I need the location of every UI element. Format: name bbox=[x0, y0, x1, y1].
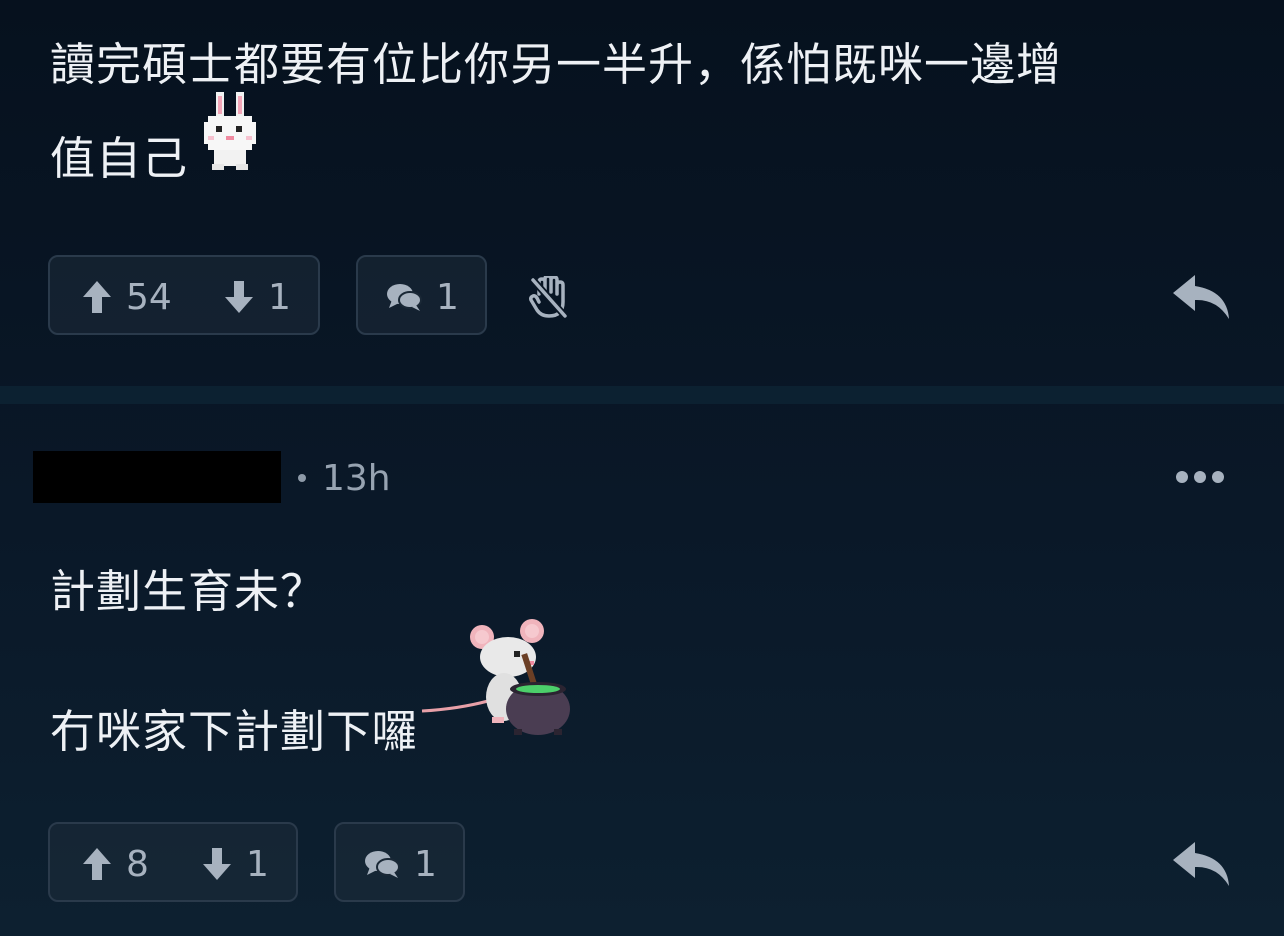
upvote-button[interactable]: 8 bbox=[82, 824, 149, 904]
reply-count-button[interactable]: 1 bbox=[364, 824, 437, 904]
comment-body: 冇咪家下計劃下囉 bbox=[50, 619, 578, 779]
hand-slash-icon bbox=[529, 276, 567, 318]
chat-bubbles-icon bbox=[365, 851, 400, 878]
upvote-button[interactable]: 54 bbox=[82, 257, 172, 337]
reply-button[interactable] bbox=[1168, 838, 1234, 890]
comment-body-line: 冇咪家下計劃下囉 bbox=[50, 619, 578, 779]
comment-time: 13h bbox=[322, 457, 391, 499]
upvote-count: 54 bbox=[126, 276, 172, 318]
block-button[interactable] bbox=[526, 275, 570, 319]
comment-body-line: 值自己 bbox=[50, 92, 1062, 206]
reply-arrow-icon bbox=[1173, 842, 1229, 886]
comment-body: 計劃生育未？ bbox=[50, 545, 326, 639]
separator-dot bbox=[298, 474, 306, 482]
comment-thread: 讀完碩士都要有位比你另一半升，係怕既咪一邊增 值自己 54 1 1 13h 計劃… bbox=[0, 0, 1284, 936]
arrow-down-icon bbox=[225, 281, 253, 313]
more-button[interactable] bbox=[1172, 462, 1228, 492]
vote-pill: 8 1 bbox=[48, 822, 298, 902]
comment-card: 讀完碩士都要有位比你另一半升，係怕既咪一邊增 值自己 54 1 1 bbox=[0, 0, 1284, 386]
arrow-up-icon bbox=[83, 281, 111, 313]
downvote-count: 1 bbox=[246, 843, 269, 885]
reply-count-pill[interactable]: 1 bbox=[334, 822, 465, 902]
vote-pill: 54 1 bbox=[48, 255, 320, 335]
comment-divider bbox=[0, 386, 1284, 404]
comment-body-line: 計劃生育未？ bbox=[50, 565, 327, 618]
comment-actions: 8 1 1 bbox=[48, 822, 1238, 906]
comment-actions: 54 1 1 bbox=[48, 255, 1238, 339]
comment-meta: 13h bbox=[294, 456, 391, 500]
upvote-count: 8 bbox=[126, 843, 149, 885]
reply-count: 1 bbox=[414, 843, 437, 885]
downvote-count: 1 bbox=[268, 276, 291, 318]
comment-card: 13h 計劃生育未？ 冇咪家下計劃下囉 8 1 1 bbox=[0, 404, 1284, 936]
redacted-username bbox=[33, 451, 281, 503]
reply-count-pill[interactable]: 1 bbox=[356, 255, 487, 335]
arrow-up-icon bbox=[83, 848, 111, 880]
downvote-button[interactable]: 1 bbox=[224, 257, 291, 337]
rabbit-sticker bbox=[202, 92, 258, 202]
mouse-cauldron-sticker bbox=[418, 617, 578, 773]
arrow-down-icon bbox=[203, 848, 231, 880]
reply-count: 1 bbox=[436, 276, 459, 318]
more-dots-icon bbox=[1176, 471, 1224, 483]
reply-count-button[interactable]: 1 bbox=[386, 257, 459, 337]
comment-body: 讀完碩士都要有位比你另一半升，係怕既咪一邊增 值自己 bbox=[50, 18, 1062, 206]
chat-bubbles-icon bbox=[387, 284, 422, 311]
reply-button[interactable] bbox=[1168, 271, 1234, 323]
downvote-button[interactable]: 1 bbox=[202, 824, 269, 904]
reply-arrow-icon bbox=[1173, 275, 1229, 319]
